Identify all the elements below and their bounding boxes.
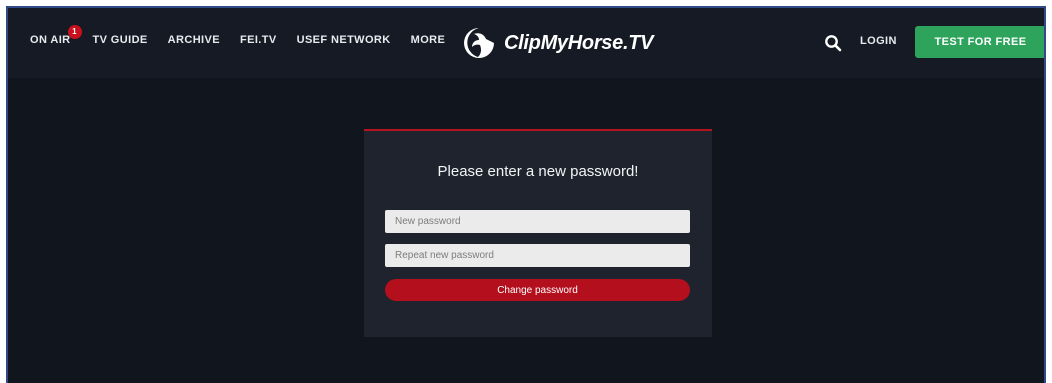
search-icon[interactable] xyxy=(824,34,842,52)
nav-item-on-air[interactable]: ON AIR 1 xyxy=(30,25,82,46)
nav-item-usef-network[interactable]: USEF NETWORK xyxy=(297,34,391,46)
form-title: Please enter a new password! xyxy=(437,163,639,180)
repeat-password-input[interactable] xyxy=(385,244,690,267)
page-frame: ON AIR 1 TV GUIDE ARCHIVE FEI.TV USEF NE… xyxy=(6,6,1046,383)
live-count-badge: 1 xyxy=(67,25,82,39)
new-password-input[interactable] xyxy=(385,210,690,233)
nav-item-label: ARCHIVE xyxy=(167,34,220,46)
change-password-button[interactable]: Change password xyxy=(385,279,690,301)
test-for-free-button[interactable]: TEST FOR FREE xyxy=(915,26,1044,58)
login-link[interactable]: LOGIN xyxy=(860,35,897,47)
nav-item-label: ON AIR xyxy=(30,34,71,46)
top-navigation-bar: ON AIR 1 TV GUIDE ARCHIVE FEI.TV USEF NE… xyxy=(8,8,1044,78)
horse-head-logo-icon xyxy=(464,28,494,58)
main-nav: ON AIR 1 TV GUIDE ARCHIVE FEI.TV USEF NE… xyxy=(30,25,465,46)
nav-item-more[interactable]: MORE xyxy=(411,34,446,46)
brand-logo-link[interactable]: ClipMyHorse.TV xyxy=(462,23,653,63)
nav-item-label: USEF NETWORK xyxy=(296,34,391,46)
reset-password-card: Please enter a new password! Change pass… xyxy=(364,129,712,337)
nav-item-label: FEI.TV xyxy=(239,34,277,46)
nav-item-tv-guide[interactable]: TV GUIDE xyxy=(93,34,148,46)
nav-item-archive[interactable]: ARCHIVE xyxy=(168,34,220,46)
nav-item-label: TV GUIDE xyxy=(92,34,148,46)
nav-item-label: MORE xyxy=(410,34,446,46)
nav-item-fei-tv[interactable]: FEI.TV xyxy=(240,34,277,46)
brand-name: ClipMyHorse.TV xyxy=(504,31,654,54)
